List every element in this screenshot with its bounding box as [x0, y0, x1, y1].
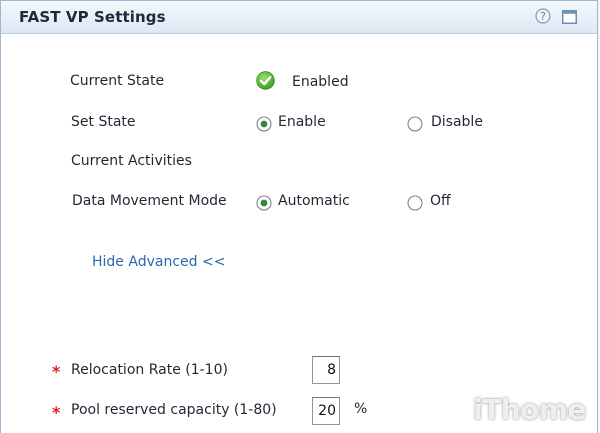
ithome-watermark: iThome [473, 393, 587, 426]
pool-reserved-capacity-label: Pool reserved capacity (1-80) [71, 402, 277, 418]
pool-reserved-capacity-input[interactable] [312, 397, 340, 425]
check-circle-icon [256, 71, 275, 90]
current-activities-label: Current Activities [71, 153, 192, 169]
set-state-enable-label[interactable]: Enable [278, 114, 326, 130]
set-state-label: Set State [71, 114, 136, 130]
data-movement-off-label[interactable]: Off [430, 193, 451, 209]
set-state-disable-label[interactable]: Disable [431, 114, 483, 130]
current-state-value: Enabled [292, 74, 349, 90]
relocation-rate-label: Relocation Rate (1-10) [71, 362, 228, 378]
hide-advanced-link[interactable]: Hide Advanced << [92, 254, 225, 270]
help-icon[interactable]: ? [535, 8, 551, 24]
maximize-icon[interactable] [562, 10, 577, 24]
data-movement-mode-label: Data Movement Mode [72, 193, 227, 209]
current-state-label: Current State [70, 73, 165, 89]
set-state-enable-radio[interactable] [256, 116, 272, 132]
data-movement-automatic-label[interactable]: Automatic [278, 193, 350, 209]
fast-vp-settings-panel: FAST VP Settings ? Current State Enabled… [0, 0, 598, 433]
pool-reserved-capacity-unit: % [354, 401, 368, 417]
panel-titlebar: FAST VP Settings ? [1, 1, 597, 34]
data-movement-automatic-radio[interactable] [256, 195, 272, 211]
panel-title: FAST VP Settings [19, 8, 166, 26]
svg-text:?: ? [540, 10, 546, 23]
set-state-disable-radio[interactable] [407, 116, 423, 132]
relocation-rate-required-mark: * [52, 362, 61, 381]
relocation-rate-input[interactable] [312, 356, 340, 384]
data-movement-off-radio[interactable] [407, 195, 423, 211]
pool-reserved-capacity-required-mark: * [52, 403, 61, 422]
